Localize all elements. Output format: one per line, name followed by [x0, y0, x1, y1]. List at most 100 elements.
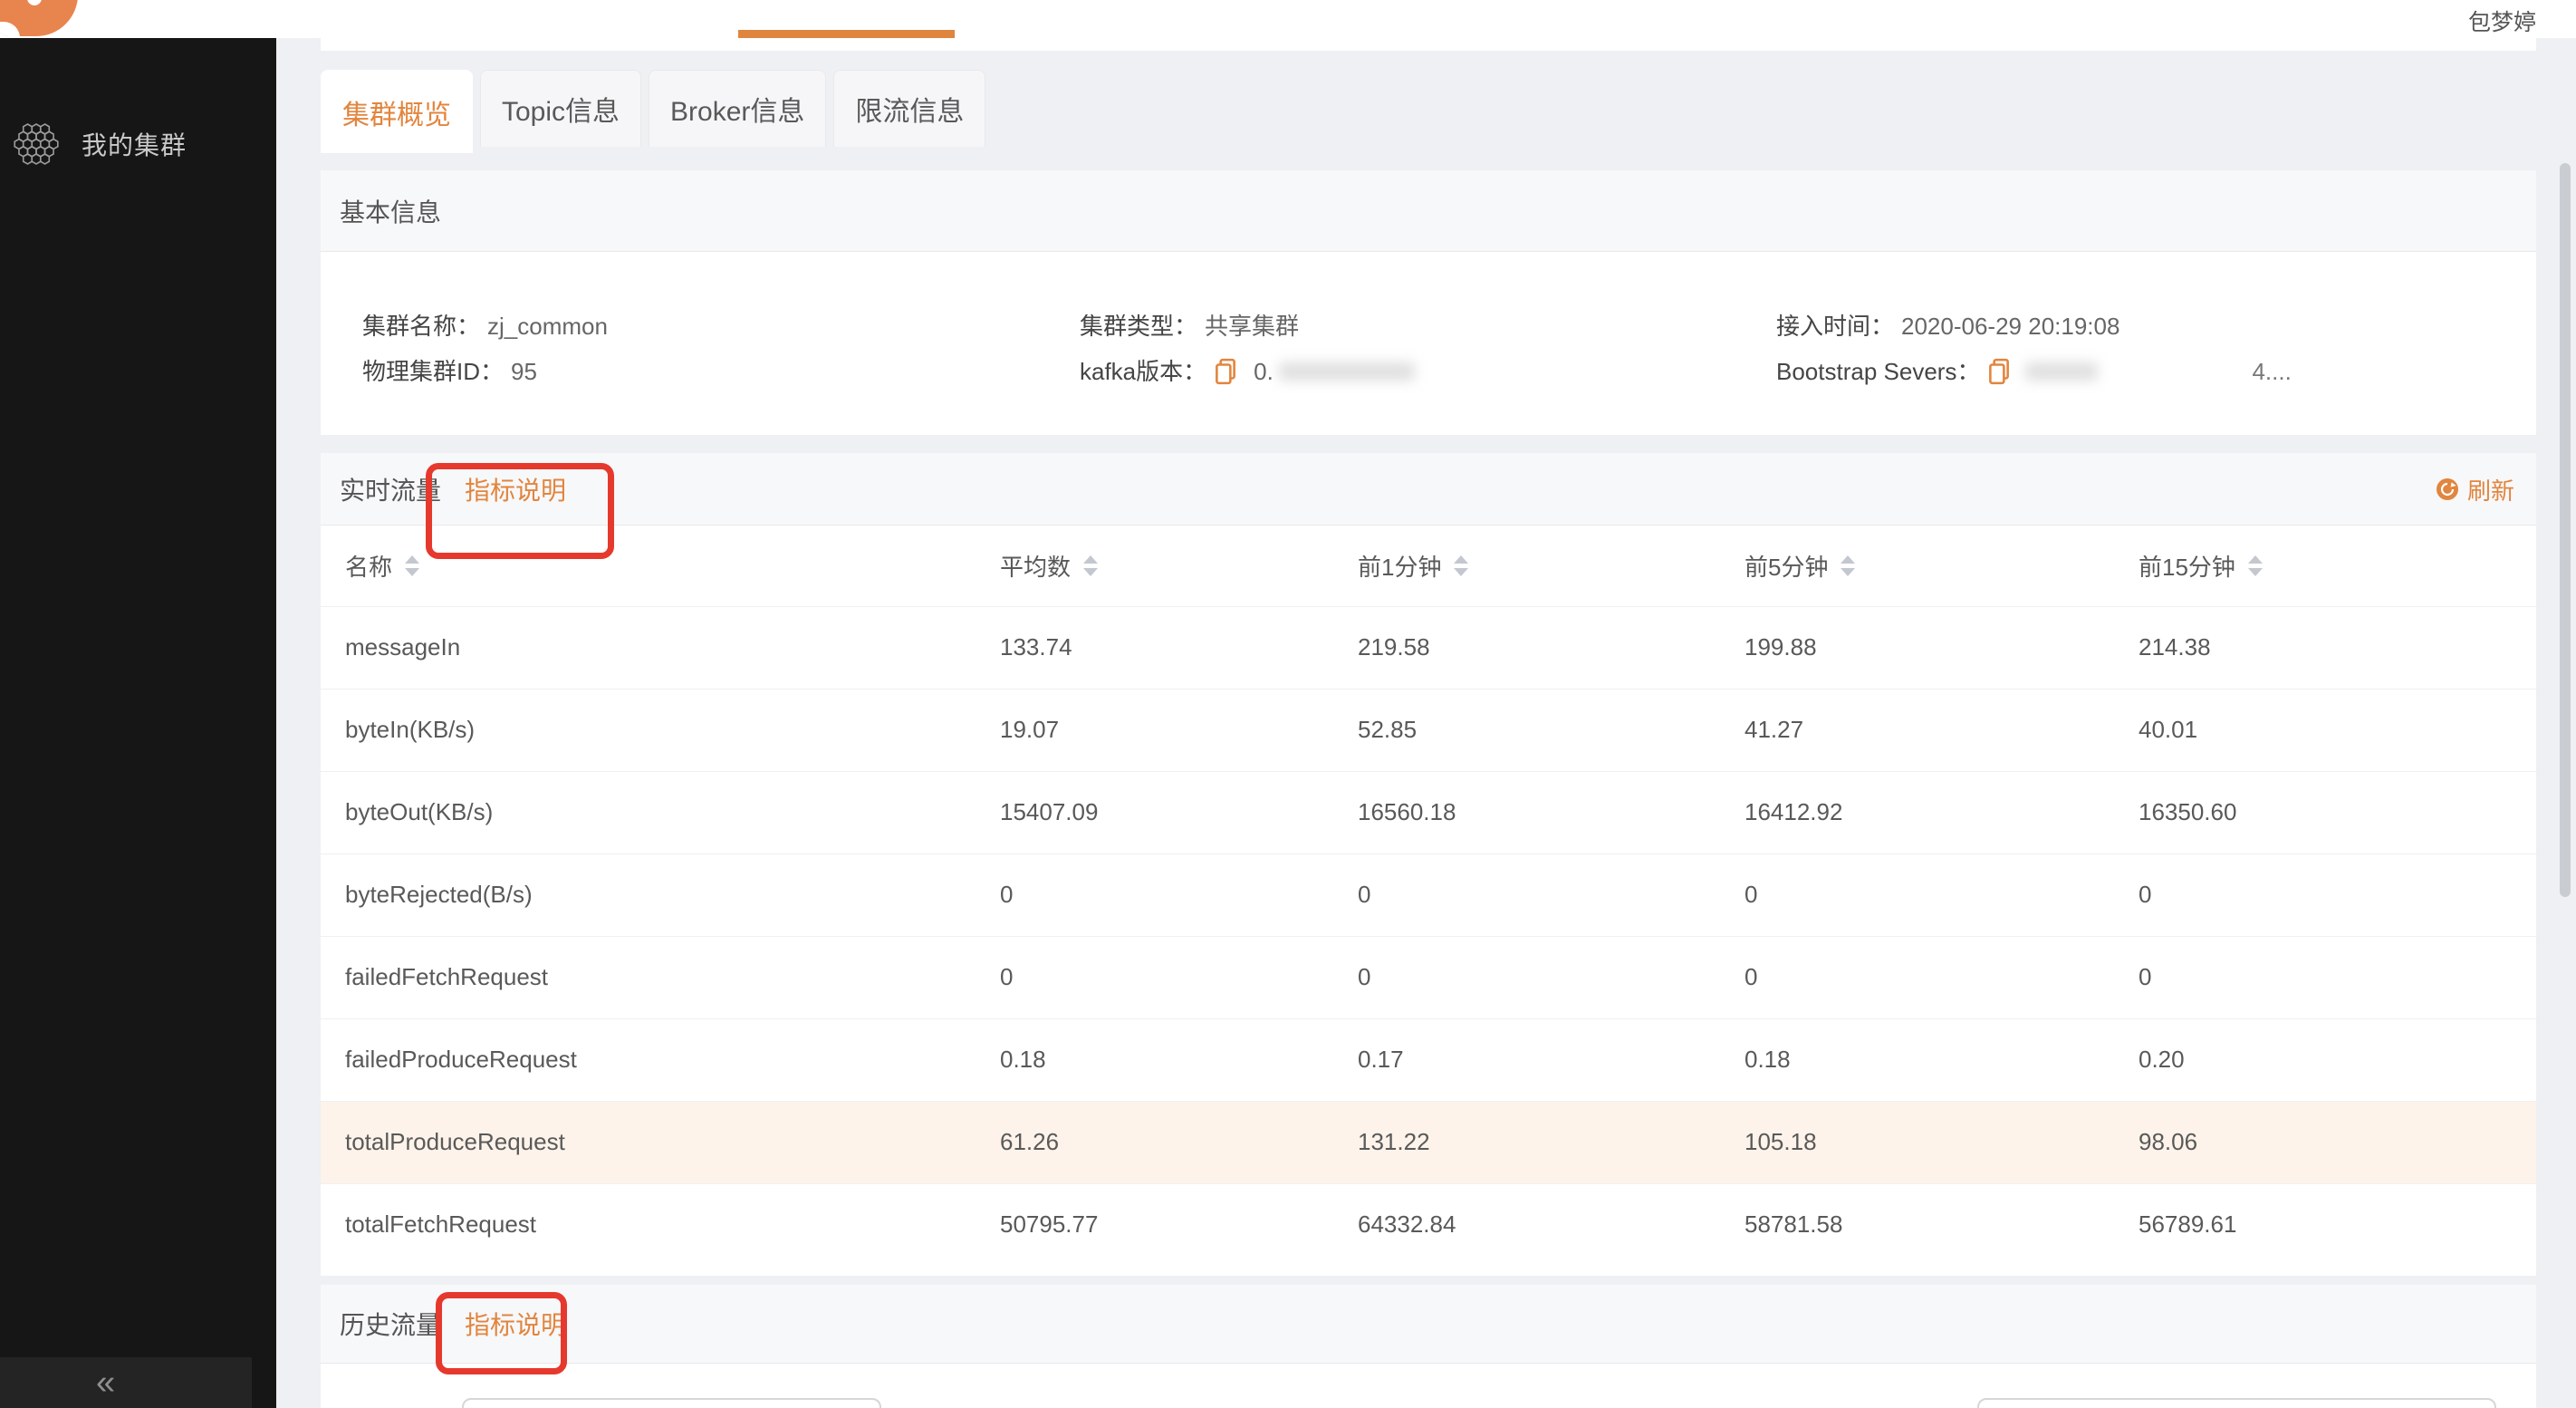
metric-value-cell: 0.18	[1000, 1018, 1358, 1101]
history-traffic-panel: 历史流量 指标说明	[321, 1285, 2536, 1408]
table-row: byteRejected(B/s)0000	[321, 853, 2536, 936]
metric-value-cell: 0.18	[1745, 1018, 2139, 1101]
basic-info-title: 基本信息	[340, 193, 441, 229]
field-label: 物理集群ID：	[362, 356, 504, 387]
app-logo[interactable]	[0, 0, 78, 36]
metric-value-cell: 133.74	[1000, 606, 1358, 689]
column-label: 平均数	[1000, 549, 1071, 583]
metric-value-cell: 98.06	[2139, 1101, 2536, 1183]
metric-value-cell: 52.85	[1358, 689, 1745, 771]
refresh-button[interactable]: 刷新	[2437, 453, 2514, 526]
metric-value-cell: 214.38	[2139, 606, 2536, 689]
table-row: byteOut(KB/s)15407.0916560.1816412.92163…	[321, 771, 2536, 853]
app-root: 我的集群 « 包梦婷 集群概览Topic信息Broker信息限流信息 基本信息 …	[0, 0, 2576, 1408]
realtime-metrics-table: 名称 平均数 前1分钟 前5分钟 前15分钟 messageIn133.74219.58…	[321, 526, 2536, 1266]
metric-name-cell: messageIn	[321, 606, 1000, 689]
redacted-text	[1279, 362, 1415, 381]
column-header-3: 前5分钟	[1745, 549, 1855, 583]
realtime-traffic-panel: 实时流量 指标说明 刷新 名称 平均数 前1分钟 前5分钟 前15分钟 messageI…	[321, 453, 2536, 1276]
logo-ring	[27, 0, 42, 5]
metric-value-cell: 41.27	[1745, 689, 2139, 771]
metric-value-cell: 16412.92	[1745, 771, 2139, 853]
realtime-traffic-header: 实时流量 指标说明 刷新	[321, 453, 2536, 526]
logo-notch	[0, 22, 20, 36]
metric-value-cell: 19.07	[1000, 689, 1358, 771]
refresh-icon	[2437, 478, 2458, 500]
metric-name-cell: byteOut(KB/s)	[321, 771, 1000, 853]
column-label: 名称	[345, 549, 392, 583]
sidebar-collapse-button[interactable]: «	[0, 1357, 252, 1408]
field-label: 接入时间：	[1776, 311, 1894, 342]
metric-value-cell: 50795.77	[1000, 1183, 1358, 1266]
metric-value-cell: 199.88	[1745, 606, 2139, 689]
metric-value-cell: 0	[1358, 936, 1745, 1018]
field-value: 共享集群	[1205, 311, 1299, 342]
active-nav-indicator	[738, 30, 955, 38]
basic-info-panel: 基本信息 集群名称：zj_common物理集群ID：95 集群类型：共享集群ka…	[321, 170, 2536, 435]
history-traffic-header: 历史流量 指标说明	[321, 1285, 2536, 1364]
field-value: 2020-06-29 20:19:08	[1901, 311, 2119, 342]
metric-value-cell: 40.01	[2139, 689, 2536, 771]
metric-value-cell: 0	[1358, 853, 1745, 936]
field-physical-cluster-id: 物理集群ID：95	[362, 356, 608, 387]
metric-value-cell: 0	[2139, 853, 2536, 936]
copy-icon[interactable]	[1987, 358, 2011, 385]
table-row: totalProduceRequest61.26131.22105.1898.0…	[321, 1101, 2536, 1183]
metric-value-cell: 58781.58	[1745, 1183, 2139, 1266]
table-row: failedProduceRequest0.180.170.180.20	[321, 1018, 2536, 1101]
sidebar-item-label: 我的集群	[82, 126, 187, 162]
history-control-box[interactable]	[462, 1398, 881, 1408]
tab-3[interactable]: 限流信息	[833, 70, 985, 147]
metric-value-cell: 61.26	[1000, 1101, 1358, 1183]
table-header-row: 名称 平均数 前1分钟 前5分钟 前15分钟	[321, 526, 2536, 606]
metric-value-cell: 0	[2139, 936, 2536, 1018]
column-label: 前15分钟	[2139, 549, 2235, 583]
field-label: 集群类型：	[1080, 311, 1197, 342]
field-value: 95	[511, 356, 537, 387]
metric-value-cell: 0	[1745, 853, 2139, 936]
field-label: kafka版本：	[1080, 356, 1206, 387]
tab-0[interactable]: 集群概览	[321, 70, 473, 153]
metric-name-cell: totalProduceRequest	[321, 1101, 1000, 1183]
column-header-0: 名称	[345, 549, 419, 583]
metric-value-cell: 219.58	[1358, 606, 1745, 689]
tab-2[interactable]: Broker信息	[649, 70, 826, 147]
column-label: 前1分钟	[1358, 549, 1441, 583]
metric-name-cell: failedFetchRequest	[321, 936, 1000, 1018]
cluster-tabs: 集群概览Topic信息Broker信息限流信息	[321, 70, 985, 147]
topbar: 包梦婷	[0, 0, 2576, 38]
metric-value-cell: 16560.18	[1358, 771, 1745, 853]
sort-carets-icon[interactable]	[1454, 555, 1468, 576]
user-name[interactable]: 包梦婷	[2468, 5, 2536, 37]
table-row: byteIn(KB/s)19.0752.8541.2740.01	[321, 689, 2536, 771]
metric-value-cell: 0	[1745, 936, 2139, 1018]
history-control-box[interactable]	[1977, 1398, 2496, 1408]
sort-carets-icon[interactable]	[1083, 555, 1098, 576]
field-kafka-version: kafka版本： 0.	[1080, 356, 1415, 387]
table-row: failedFetchRequest0000	[321, 936, 2536, 1018]
metric-value-cell: 56789.61	[2139, 1183, 2536, 1266]
metric-value-cell: 0.17	[1358, 1018, 1745, 1101]
table-row: totalFetchRequest50795.7764332.8458781.5…	[321, 1183, 2536, 1266]
realtime-traffic-title: 实时流量	[340, 471, 441, 507]
field-label: 集群名称：	[362, 311, 480, 342]
metric-value-cell: 15407.09	[1000, 771, 1358, 853]
metric-doc-link[interactable]: 指标说明	[465, 471, 566, 507]
field-bootstrap-servers: Bootstrap Severs： 4....	[1776, 356, 2292, 387]
field-label: Bootstrap Severs：	[1776, 356, 1980, 387]
tab-1[interactable]: Topic信息	[480, 70, 641, 147]
copy-icon[interactable]	[1214, 358, 1237, 385]
metric-value-cell: 64332.84	[1358, 1183, 1745, 1266]
metric-name-cell: byteRejected(B/s)	[321, 853, 1000, 936]
sort-carets-icon[interactable]	[405, 555, 419, 576]
sort-carets-icon[interactable]	[2248, 555, 2263, 576]
basic-info-header: 基本信息	[321, 170, 2536, 252]
sidebar-item-my-clusters[interactable]: 我的集群	[0, 121, 276, 168]
basic-info-col-2: 集群类型： 共享集群 kafka版本： 0.	[1080, 311, 1415, 401]
sort-carets-icon[interactable]	[1841, 555, 1855, 576]
page-scrollbar-thumb[interactable]	[2560, 163, 2571, 897]
metric-name-cell: byteIn(KB/s)	[321, 689, 1000, 771]
field-access-time: 接入时间：2020-06-29 20:19:08	[1776, 311, 2292, 342]
content-top-strip	[321, 38, 2536, 51]
metric-doc-link[interactable]: 指标说明	[465, 1306, 566, 1342]
